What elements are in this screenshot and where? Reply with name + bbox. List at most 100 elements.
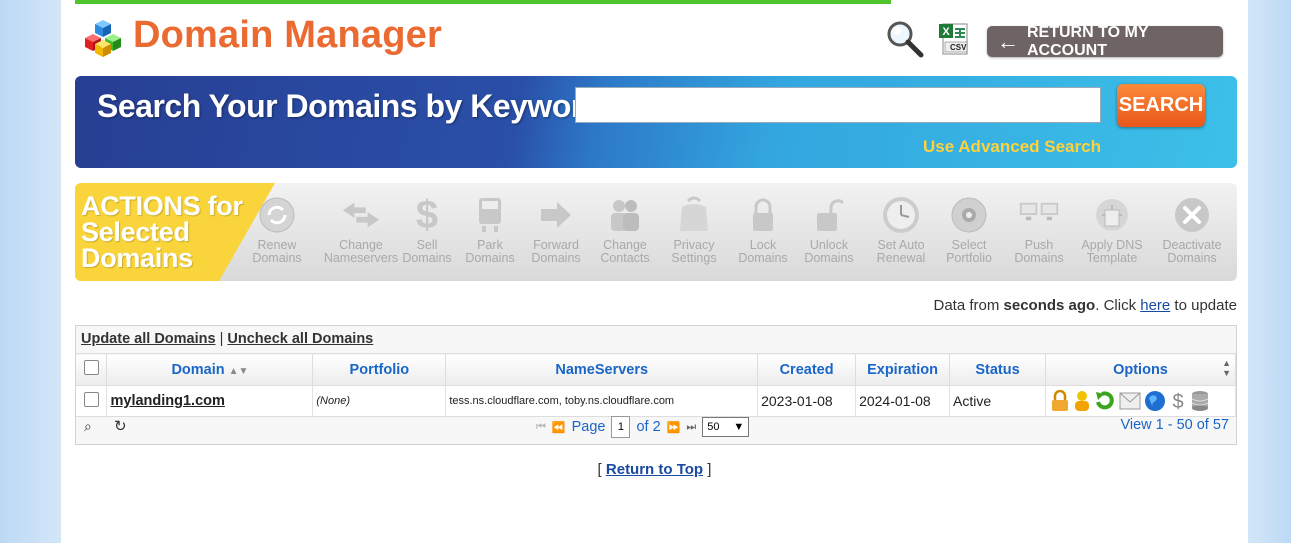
action-push-domains[interactable]: Push Domains bbox=[1006, 195, 1072, 264]
actions-heading-line1: ACTIONS for bbox=[81, 191, 243, 221]
action-label-line2: Template bbox=[1086, 250, 1138, 265]
action-forward-domains[interactable]: Forward Domains bbox=[523, 195, 589, 264]
csv-label: CSV bbox=[950, 43, 967, 52]
rows-per-page-select[interactable]: 50 ▼ bbox=[702, 417, 750, 437]
action-label-line2: Renewal bbox=[876, 250, 926, 265]
forward-arrow-icon bbox=[536, 195, 576, 235]
action-select-portfolio[interactable]: Select Portfolio bbox=[936, 195, 1002, 264]
action-label-line2: Domains bbox=[1167, 250, 1217, 265]
update-here-link[interactable]: here bbox=[1140, 297, 1170, 314]
data-freshness-middle: . Click bbox=[1095, 297, 1141, 314]
action-change-contacts[interactable]: Change Contacts bbox=[592, 195, 658, 264]
domains-grid: Update all Domains | Uncheck all Domains… bbox=[75, 325, 1237, 445]
top-green-bar bbox=[75, 0, 891, 4]
auto-renew-green-icon[interactable] bbox=[1094, 390, 1116, 412]
sort-arrows-icon[interactable]: ▲▼ bbox=[229, 366, 249, 377]
keyword-search-input[interactable] bbox=[575, 87, 1101, 123]
action-set-auto-renewal[interactable]: Set Auto Renewal bbox=[868, 195, 934, 264]
action-label-line2: Domains bbox=[465, 250, 515, 265]
action-label-line2: Nameservers bbox=[323, 250, 399, 265]
advanced-search-link[interactable]: Use Advanced Search bbox=[923, 137, 1101, 157]
uncheck-all-domains-link[interactable]: Uncheck all Domains bbox=[227, 331, 373, 347]
last-page-icon[interactable]: ⏭ bbox=[686, 421, 696, 434]
search-heading: Search Your Domains by Keyword bbox=[97, 88, 602, 124]
view-range-info: View 1 - 50 of 57 bbox=[1120, 417, 1229, 433]
action-label-line2: Domains bbox=[402, 250, 452, 265]
action-label-line2: Settings bbox=[671, 250, 717, 265]
return-to-account-button[interactable]: ← RETURN TO MY ACCOUNT bbox=[987, 23, 1223, 59]
action-label-line2: Domains bbox=[252, 250, 302, 265]
column-header-domain[interactable]: Domain ▲▼ bbox=[106, 353, 314, 386]
action-label-line2: Domains bbox=[738, 250, 788, 265]
page-of-label: of 2 bbox=[636, 419, 661, 435]
action-park-domains[interactable]: Park Domains bbox=[458, 195, 522, 264]
clock-icon bbox=[881, 195, 921, 235]
action-lock-domains[interactable]: Lock Domains bbox=[730, 195, 796, 264]
contacts-icon bbox=[605, 195, 645, 235]
database-icon[interactable] bbox=[1190, 390, 1210, 412]
action-privacy-settings[interactable]: Privacy Settings bbox=[661, 195, 727, 264]
search-button[interactable]: SEARCH bbox=[1117, 84, 1205, 127]
page-label: Page bbox=[571, 419, 606, 435]
prev-page-icon[interactable]: ⏪ bbox=[552, 421, 566, 434]
portfolio-disc-icon bbox=[949, 195, 989, 235]
action-unlock-domains[interactable]: Unlock Domains bbox=[796, 195, 862, 264]
action-label-line1: Change bbox=[603, 238, 647, 252]
action-label-line1: Forward bbox=[533, 238, 579, 252]
column-header-expiration[interactable]: Expiration bbox=[855, 353, 951, 386]
svg-text:X: X bbox=[942, 26, 950, 38]
table-header-row: Domain ▲▼ Portfolio NameServers Created … bbox=[76, 353, 1237, 386]
refresh-grid-icon[interactable]: ↻ bbox=[114, 417, 127, 435]
email-envelope-icon[interactable] bbox=[1119, 392, 1141, 410]
action-label-line1: Set Auto bbox=[877, 238, 925, 252]
lock-status-icon[interactable] bbox=[1050, 390, 1070, 412]
column-options-label: Options bbox=[1113, 361, 1168, 378]
select-all-checkbox[interactable] bbox=[83, 360, 99, 375]
dns-globe-icon[interactable] bbox=[1144, 390, 1166, 412]
bracket-close: ] bbox=[703, 461, 712, 478]
action-renew-domains[interactable]: Renew Domains bbox=[244, 195, 310, 264]
update-all-domains-link[interactable]: Update all Domains bbox=[81, 331, 216, 347]
page-number-input[interactable]: 1 bbox=[611, 416, 631, 438]
row-checkbox[interactable] bbox=[83, 392, 99, 407]
first-page-icon[interactable]: ⏮ bbox=[536, 421, 546, 434]
action-label-line1: Change bbox=[339, 238, 383, 252]
action-change-nameservers[interactable]: Change Nameservers bbox=[320, 195, 402, 264]
renew-icon bbox=[257, 195, 297, 235]
unlock-icon bbox=[809, 195, 849, 235]
search-magnifier-icon[interactable] bbox=[885, 20, 925, 58]
svg-text:$: $ bbox=[1172, 391, 1183, 412]
dollar-sell-icon[interactable]: $ bbox=[1169, 390, 1187, 412]
page-title: Domain Manager bbox=[133, 14, 442, 56]
action-label-line1: Park bbox=[477, 238, 503, 252]
next-page-icon[interactable]: ⏩ bbox=[667, 421, 681, 434]
return-to-top-link[interactable]: Return to Top bbox=[606, 461, 703, 478]
select-all-header[interactable] bbox=[76, 353, 108, 386]
action-apply-dns-template[interactable]: Apply DNS Template bbox=[1075, 195, 1149, 264]
action-deactivate-domains[interactable]: Deactivate Domains bbox=[1157, 195, 1227, 264]
scroll-arrows-icon[interactable]: ▲ ▼ bbox=[1222, 358, 1231, 378]
parking-icon bbox=[470, 195, 510, 235]
cubes-logo-icon bbox=[85, 20, 121, 57]
left-arrow-icon: ← bbox=[997, 28, 1019, 54]
action-label-line1: Deactivate bbox=[1162, 238, 1222, 252]
action-sell-domains[interactable]: $ Sell Domains bbox=[395, 195, 459, 264]
action-label-line1: Select bbox=[951, 238, 987, 252]
push-icon bbox=[1019, 195, 1059, 235]
bracket-open: [ bbox=[597, 461, 606, 478]
column-header-created[interactable]: Created bbox=[757, 353, 857, 386]
column-header-options[interactable]: Options ▲ ▼ bbox=[1045, 353, 1237, 386]
column-header-nameservers[interactable]: NameServers bbox=[445, 353, 759, 386]
privacy-person-icon[interactable] bbox=[1073, 390, 1091, 412]
csv-export-icon[interactable]: X CSV bbox=[937, 22, 973, 56]
action-label-line2: Domains bbox=[804, 250, 854, 265]
dollar-icon: $ bbox=[415, 192, 439, 237]
data-freshness-age: seconds ago bbox=[1003, 297, 1096, 314]
search-grid-icon[interactable]: ⌕ bbox=[84, 418, 92, 435]
column-header-status[interactable]: Status bbox=[949, 353, 1046, 386]
return-to-account-label: RETURN TO MY ACCOUNT bbox=[1027, 23, 1149, 59]
column-header-portfolio[interactable]: Portfolio bbox=[312, 353, 447, 386]
dropdown-arrow-icon: ▼ bbox=[733, 421, 745, 433]
action-label-line1: Privacy bbox=[673, 238, 715, 252]
action-label-line1: Lock bbox=[749, 238, 777, 252]
